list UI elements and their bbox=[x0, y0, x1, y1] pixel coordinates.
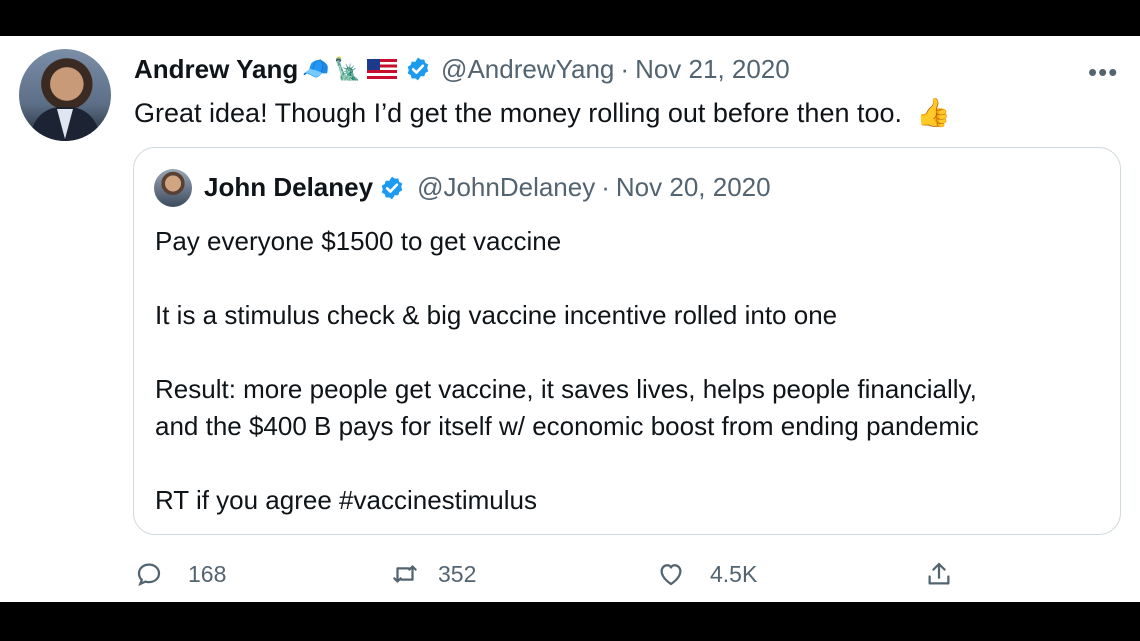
quoted-line: RT if you agree #vaccinestimulus bbox=[155, 485, 538, 515]
quoted-line: It is a stimulus check & big vaccine inc… bbox=[155, 300, 838, 330]
thumbs-up-emoji-icon: 👍 bbox=[916, 97, 951, 128]
quoted-header-separator: · bbox=[601, 172, 610, 202]
us-flag-icon bbox=[367, 59, 398, 79]
tweet-card: Andrew Yang 🧢 🗽 @AndrewYang · Nov 21, 20… bbox=[0, 0, 1140, 641]
like-button[interactable]: 4.5K bbox=[656, 559, 757, 589]
reply-button[interactable]: 168 bbox=[134, 559, 226, 589]
quoted-line: Pay everyone $1500 to get vaccine bbox=[155, 226, 562, 256]
author-handle[interactable]: @AndrewYang bbox=[441, 54, 614, 85]
tweet-actions-bar: 168 352 4.5K bbox=[134, 559, 964, 595]
quoted-line: Result: more people get vaccine, it save… bbox=[155, 374, 977, 404]
tweet-body: Great idea! Though I’d get the money rol… bbox=[134, 98, 903, 128]
tweet-text: Great idea! Though I’d get the money rol… bbox=[134, 96, 951, 129]
quoted-tweet-header: John Delaney @JohnDelaney · Nov 20, 2020 bbox=[204, 172, 771, 203]
quoted-line: and the $400 B pays for itself w/ econom… bbox=[155, 411, 979, 441]
header-separator: · bbox=[620, 53, 630, 84]
quoted-author-handle: @JohnDelaney bbox=[417, 172, 596, 202]
share-icon bbox=[928, 562, 950, 585]
quoted-tweet-body: Pay everyone $1500 to get vaccine It is … bbox=[155, 223, 979, 519]
quoted-verified-badge-icon bbox=[379, 175, 405, 201]
quoted-tweet-date: Nov 20, 2020 bbox=[615, 172, 771, 202]
quoted-author-avatar bbox=[154, 169, 192, 207]
quoted-tweet[interactable]: John Delaney @JohnDelaney · Nov 20, 2020… bbox=[133, 147, 1121, 535]
tweet-date[interactable]: Nov 21, 2020 bbox=[635, 54, 790, 85]
verified-badge-icon bbox=[405, 56, 431, 82]
more-options-icon[interactable]: ••• bbox=[1088, 57, 1118, 88]
quoted-author-name: John Delaney bbox=[204, 172, 374, 202]
tweet-header: Andrew Yang 🧢 🗽 @AndrewYang · Nov 21, 20… bbox=[134, 54, 790, 84]
statue-of-liberty-emoji-icon: 🗽 bbox=[333, 56, 362, 81]
heart-icon bbox=[660, 564, 682, 586]
share-button[interactable] bbox=[924, 559, 954, 589]
retweet-icon bbox=[393, 565, 417, 583]
reply-count: 168 bbox=[188, 560, 227, 587]
reply-icon bbox=[137, 563, 161, 587]
retweet-button[interactable]: 352 bbox=[390, 559, 476, 589]
like-count: 4.5K bbox=[710, 560, 758, 587]
retweet-count: 352 bbox=[438, 560, 477, 587]
author-name[interactable]: Andrew Yang bbox=[134, 54, 298, 85]
cap-emoji-icon: 🧢 bbox=[302, 56, 330, 81]
author-avatar[interactable] bbox=[19, 49, 111, 141]
